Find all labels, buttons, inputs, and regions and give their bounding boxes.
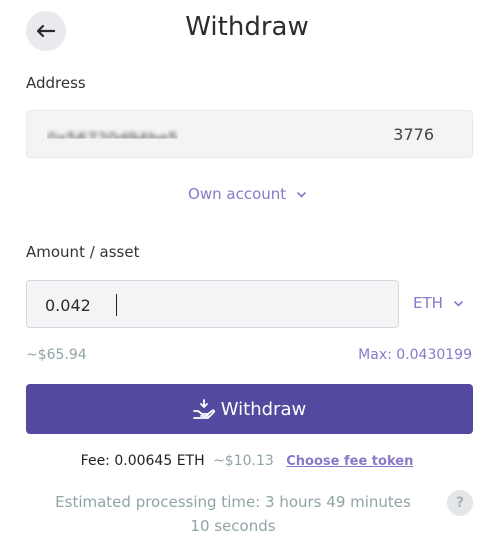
address-value-end: 3776 bbox=[393, 125, 434, 144]
address-value-start: 0x56720d94be5 bbox=[47, 129, 179, 148]
estimated-processing-time: Estimated processing time: 3 hours 49 mi… bbox=[55, 493, 411, 535]
usd-estimate: ~$65.94 bbox=[26, 347, 87, 363]
page-title: Withdraw bbox=[185, 12, 309, 42]
fee-usd: ~$10.13 bbox=[213, 453, 274, 469]
own-account-toggle[interactable]: Own account bbox=[0, 185, 494, 203]
chevron-down-icon bbox=[297, 191, 306, 198]
amount-input[interactable] bbox=[45, 293, 365, 317]
address-field[interactable]: 0x56720d94be5 3776 bbox=[26, 110, 473, 158]
amount-field[interactable] bbox=[26, 280, 399, 328]
header: Withdraw bbox=[0, 0, 494, 64]
fee-row: Fee: 0.00645 ETH ~$10.13 Choose fee toke… bbox=[0, 453, 494, 469]
chevron-down-icon bbox=[453, 300, 463, 307]
amount-label: Amount / asset bbox=[26, 243, 140, 261]
choose-fee-token-link[interactable]: Choose fee token bbox=[286, 454, 413, 469]
withdraw-button[interactable]: Withdraw bbox=[26, 384, 473, 434]
address-label: Address bbox=[26, 74, 86, 92]
fee-text: Fee: 0.00645 ETH bbox=[80, 453, 205, 469]
max-amount-button[interactable]: Max: 0.0430199 bbox=[358, 347, 472, 363]
help-button[interactable]: ? bbox=[447, 490, 473, 516]
withdraw-button-label: Withdraw bbox=[220, 398, 307, 420]
own-account-label: Own account bbox=[188, 185, 287, 203]
asset-label: ETH bbox=[413, 294, 443, 312]
text-caret bbox=[116, 294, 117, 316]
asset-select[interactable]: ETH bbox=[413, 294, 463, 312]
hand-coin-icon bbox=[192, 399, 215, 419]
